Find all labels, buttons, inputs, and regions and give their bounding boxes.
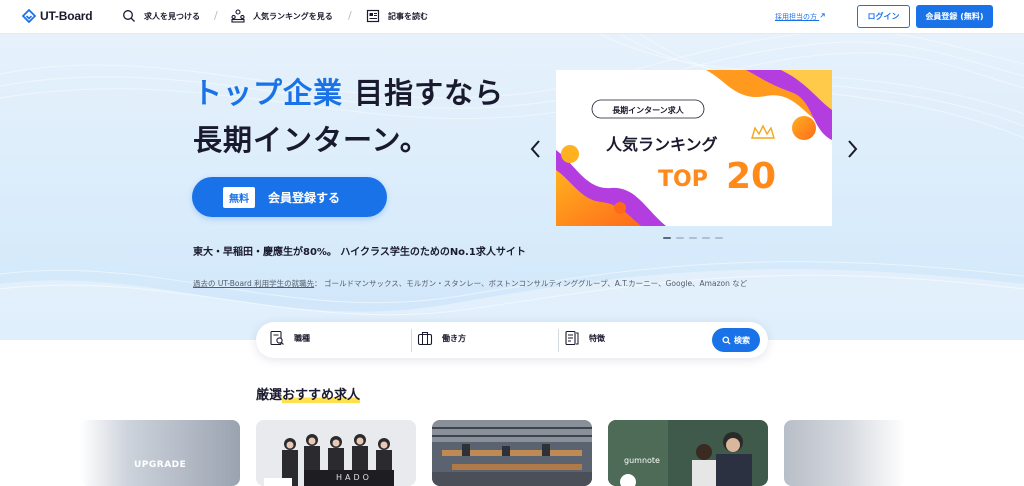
- search-field-feature[interactable]: 特徴: [564, 330, 605, 346]
- recommended-title-highlight: おすすめ求人: [282, 388, 361, 403]
- site-header: UT-Board 求人を見つける / 人気ランキングを見る / 記事を読む 採用…: [0, 0, 1024, 34]
- nav-find-jobs[interactable]: 求人を見つける: [122, 9, 200, 23]
- search-icon: [722, 335, 731, 345]
- hero-tagline: 東大・早稲田・慶應生が80%。 ハイクラス学生のためのNo.1求人サイト: [193, 247, 526, 258]
- job-card[interactable]: UPGRADE: [80, 420, 240, 486]
- job-card-caption: HADO: [336, 473, 372, 482]
- alumni-link[interactable]: 過去の UT-Board 利用学生の就職先: [193, 279, 314, 288]
- search-divider: [558, 329, 559, 352]
- work-style-icon: [417, 331, 433, 346]
- search-icon: [123, 10, 135, 22]
- nav-find-jobs-label: 求人を見つける: [144, 11, 200, 21]
- login-button[interactable]: ログイン: [857, 5, 910, 28]
- hero-register-button[interactable]: 無料 会員登録する: [192, 177, 387, 217]
- banner-title: 人気ランキング: [606, 135, 718, 154]
- ranking-banner-art: 長期インターン求人 人気ランキング TOP 20: [556, 70, 832, 226]
- banner-top-word: TOP: [658, 167, 708, 192]
- job-search-bar: 職種 働き方 特徴 検索: [256, 322, 768, 358]
- search-divider: [411, 329, 412, 352]
- site-logo[interactable]: UT-Board: [22, 9, 93, 23]
- nav-articles-label: 記事を読む: [388, 11, 428, 21]
- recruiter-link[interactable]: 採用担当の方: [775, 12, 826, 22]
- search-field-job-type-label: 職種: [294, 333, 310, 343]
- carousel-dot[interactable]: [702, 237, 710, 239]
- nav-separator: /: [214, 9, 218, 22]
- search-field-feature-label: 特徴: [589, 333, 605, 343]
- job-card-caption: gumnote: [624, 456, 660, 465]
- carousel-next-icon[interactable]: [844, 138, 860, 160]
- job-card-photo: [608, 420, 768, 486]
- banner-top-number: 20: [726, 156, 776, 197]
- job-card[interactable]: HADO: [256, 420, 416, 486]
- hero-section: トップ企業 目指すなら 長期インターン。 無料 会員登録する 東大・早稲田・慶應…: [0, 34, 1024, 340]
- hero-register-label: 会員登録する: [268, 190, 341, 205]
- carousel-prev-icon[interactable]: [528, 138, 544, 160]
- hero-headline-accent: トップ企業: [193, 76, 344, 110]
- job-card[interactable]: [784, 420, 906, 486]
- carousel-dots: [663, 237, 723, 239]
- job-type-icon: [270, 330, 284, 346]
- register-button[interactable]: 会員登録 (無料): [916, 5, 993, 28]
- alumni-company-list: ： ゴールドマンサックス、モルガン・スタンレー、ボストンコンサルティンググループ…: [314, 279, 748, 288]
- job-card-photo: [432, 420, 592, 486]
- nav-articles[interactable]: 記事を読む: [366, 9, 428, 23]
- logo-text: UT-Board: [40, 9, 93, 23]
- recommended-title-prefix: 厳選: [256, 388, 283, 403]
- nav-ranking[interactable]: 人気ランキングを見る: [231, 9, 333, 23]
- ranking-icon: [231, 9, 245, 23]
- feature-icon: [565, 330, 579, 346]
- carousel-dot[interactable]: [689, 237, 697, 239]
- search-button[interactable]: 検索: [712, 328, 760, 352]
- alumni-companies: 過去の UT-Board 利用学生の就職先： ゴールドマンサックス、モルガン・ス…: [193, 278, 747, 289]
- ranking-banner[interactable]: 長期インターン求人 人気ランキング TOP 20: [556, 70, 832, 226]
- carousel-dot[interactable]: [676, 237, 684, 239]
- search-field-job-type[interactable]: 職種: [269, 330, 310, 346]
- recommended-section-title: 厳選おすすめ求人: [256, 384, 361, 403]
- carousel-dot[interactable]: [715, 237, 723, 239]
- hero-background-waves: [0, 34, 1024, 340]
- article-icon: [366, 9, 380, 23]
- external-link-icon: [820, 13, 825, 18]
- carousel-dot[interactable]: [663, 237, 671, 239]
- job-card-caption: UPGRADE: [134, 460, 187, 470]
- hero-headline-line2: 長期インターン。: [193, 123, 430, 157]
- hero-headline-rest: 目指すなら: [343, 76, 505, 110]
- job-card[interactable]: [432, 420, 592, 486]
- free-badge: 無料: [223, 186, 255, 208]
- banner-subtitle: 長期インターン求人: [612, 105, 685, 115]
- logo-diamond-icon: [22, 9, 36, 23]
- nav-ranking-label: 人気ランキングを見る: [253, 11, 333, 21]
- hero-headline-line1: トップ企業 目指すなら: [193, 70, 504, 112]
- nav-separator: /: [348, 9, 352, 22]
- search-field-work-style-label: 働き方: [442, 333, 466, 343]
- job-card[interactable]: gumnote: [608, 420, 768, 486]
- recruiter-link-label: 採用担当の方: [775, 13, 817, 21]
- recommended-jobs-carousel: UPGRADE HADO gumnote: [0, 420, 1024, 486]
- search-field-work-style[interactable]: 働き方: [417, 330, 466, 346]
- search-button-label: 検索: [734, 335, 750, 345]
